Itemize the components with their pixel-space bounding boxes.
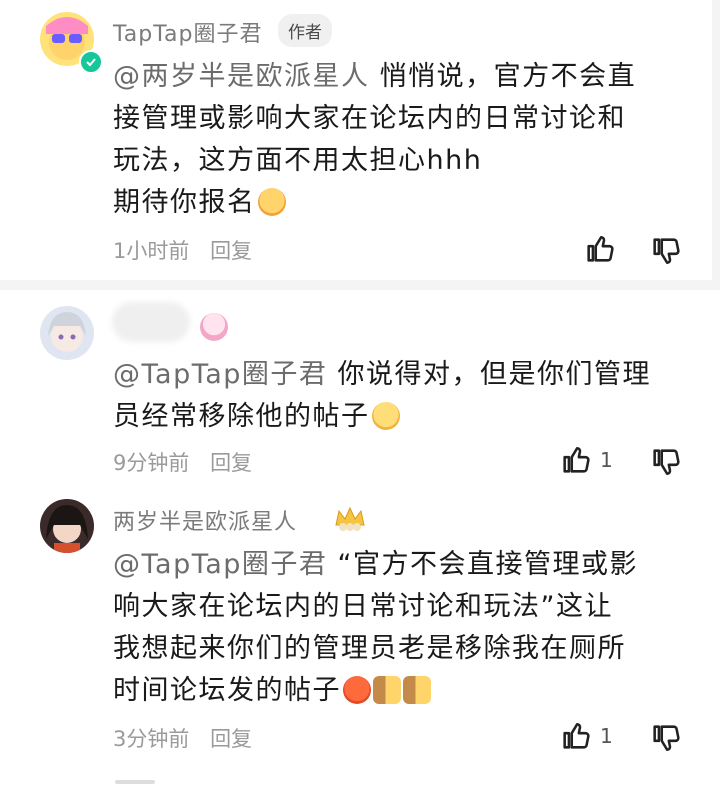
comment-text-line: 悄悄说，官方不会直 <box>379 61 637 92</box>
like-count: 1 <box>600 724 613 748</box>
author-badge: 作者 <box>278 14 332 47</box>
emoji-smile-icon <box>371 402 400 430</box>
dislike-icon <box>653 725 680 752</box>
mention-link[interactable]: @两岁半是欧派星人 <box>113 61 370 92</box>
comment-text-line: 接管理或影响大家在论坛内的日常讨论和 <box>113 103 626 134</box>
comment-meta: 1小时前 回复 <box>113 235 252 265</box>
comment-body: @两岁半是欧派星人 悄悄说，官方不会直 接管理或影响大家在论坛内的日常讨论和 玩… <box>113 56 688 224</box>
emoji-door-icon <box>403 676 431 704</box>
timestamp: 1小时前 <box>113 239 190 263</box>
reply-button[interactable]: 回复 <box>210 451 252 475</box>
like-button[interactable] <box>580 229 620 269</box>
author-name[interactable]: TapTap圈子君 <box>113 16 263 48</box>
like-icon <box>563 722 590 749</box>
emoji-angry-icon <box>343 676 371 704</box>
author-name-blurred[interactable] <box>112 302 190 342</box>
comment-text-line: 我想起来你们的管理员老是移除我在厕所 <box>113 633 626 664</box>
comment-body: @TapTap圈子君 你说得对，但是你们管理 员经常移除他的帖子 <box>113 354 688 438</box>
comment-text-line: 响大家在论坛内的日常讨论和玩法”这让 <box>113 591 613 622</box>
like-count: 1 <box>600 448 613 472</box>
comment-text-line: 玩法，这方面不用太担心hhh <box>113 145 483 176</box>
avatar[interactable] <box>40 499 94 553</box>
like-button[interactable] <box>556 440 596 480</box>
verified-icon <box>79 50 103 74</box>
dislike-button[interactable] <box>646 442 686 482</box>
like-icon <box>563 446 590 473</box>
comment-text-line: 员经常移除他的帖子 <box>113 401 370 432</box>
like-button[interactable] <box>556 716 596 756</box>
timestamp: 9分钟前 <box>113 451 190 475</box>
comment-meta: 3分钟前 回复 <box>113 723 252 753</box>
comment-meta: 9分钟前 回复 <box>113 447 252 477</box>
dislike-icon <box>653 238 680 265</box>
dislike-button[interactable] <box>646 231 686 271</box>
crown-icon <box>333 505 367 537</box>
comment-text-line: 你说得对，但是你们管理 <box>337 359 652 390</box>
reply-button[interactable]: 回复 <box>210 727 252 751</box>
comment-body: @TapTap圈子君 “官方不会直接管理或影 响大家在论坛内的日常讨论和玩法”这… <box>113 544 688 712</box>
dislike-icon <box>653 449 680 476</box>
mention-link[interactable]: @TapTap圈子君 <box>113 359 327 390</box>
reply-button[interactable]: 回复 <box>210 239 252 263</box>
comment-text-line: 期待你报名 <box>113 187 256 218</box>
fan-badge-icon <box>200 313 228 341</box>
emoji-door-icon <box>373 676 401 704</box>
author-name[interactable]: 两岁半是欧派星人 <box>113 504 297 536</box>
like-icon <box>587 235 614 262</box>
next-comment-peek <box>115 780 155 784</box>
avatar[interactable] <box>40 306 94 360</box>
emoji-shock-icon <box>257 188 286 216</box>
comment-text-line: “官方不会直接管理或影 <box>337 549 639 580</box>
dislike-button[interactable] <box>646 718 686 758</box>
comment-text-line: 时间论坛发的帖子 <box>113 675 341 706</box>
timestamp: 3分钟前 <box>113 727 190 751</box>
mention-link[interactable]: @TapTap圈子君 <box>113 549 327 580</box>
